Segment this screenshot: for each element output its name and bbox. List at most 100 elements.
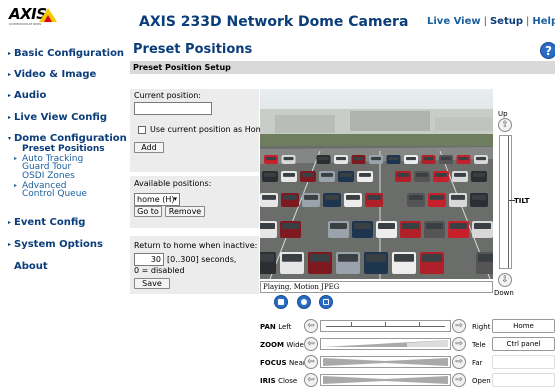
car-window bbox=[282, 254, 302, 262]
nav-sub-preset-positions[interactable]: Preset Positions bbox=[22, 145, 105, 154]
focus-near-button[interactable]: ⇦ bbox=[304, 355, 318, 369]
pan-low-label: Left bbox=[278, 323, 292, 331]
iris-close-button[interactable]: ⇦ bbox=[304, 373, 318, 387]
focus-far-button[interactable]: ⇨ bbox=[452, 355, 466, 369]
pan-label: PAN Left bbox=[260, 323, 291, 331]
ctrl-panel-button[interactable]: Ctrl panel bbox=[492, 337, 555, 351]
focus-high-label: Far bbox=[472, 359, 483, 367]
help-icon[interactable]: ? bbox=[540, 42, 555, 59]
car-window bbox=[260, 223, 275, 229]
arrow-right-icon: ⇨ bbox=[455, 375, 463, 385]
fullscreen-button[interactable] bbox=[319, 295, 333, 309]
zoom-low-label: Wide bbox=[286, 341, 304, 349]
focus-name: FOCUS bbox=[260, 359, 287, 367]
zoom-high-label: Tele bbox=[472, 341, 486, 349]
car-window bbox=[476, 157, 486, 161]
nav-dome-configuration[interactable]: ▾ Dome Configuration bbox=[8, 133, 127, 144]
car-window bbox=[304, 195, 318, 200]
car-window bbox=[416, 173, 428, 177]
nav-live-view-config[interactable]: ▸ Live View Config bbox=[8, 112, 107, 123]
arrow-left-icon: ⇦ bbox=[307, 339, 315, 349]
tilt-up-button[interactable]: ⇧ bbox=[498, 118, 512, 132]
return-home-panel: Return to home when inactive: 30 [0..300… bbox=[130, 236, 259, 294]
car-window bbox=[359, 173, 371, 177]
car-window bbox=[310, 254, 330, 262]
zoom-tele-button[interactable]: ⇨ bbox=[452, 337, 466, 351]
top-links: Live View | Setup | Help bbox=[427, 16, 555, 27]
zoom-name: ZOOM bbox=[260, 341, 284, 349]
focus-slider[interactable] bbox=[320, 356, 451, 368]
nav-sub-osdi-zones[interactable]: OSDI Zones bbox=[22, 172, 75, 181]
snapshot-button[interactable] bbox=[274, 295, 288, 309]
iris-open-button[interactable]: ⇨ bbox=[452, 373, 466, 387]
car-window bbox=[426, 223, 443, 229]
car-window bbox=[283, 173, 295, 177]
video-status-bar: Playing, Motion JPEG bbox=[260, 281, 493, 293]
nav-system-options[interactable]: ▸ System Options bbox=[8, 239, 103, 250]
empty-side-button[interactable] bbox=[492, 355, 555, 369]
car-window bbox=[473, 173, 485, 177]
car-window bbox=[394, 254, 414, 262]
link-separator: | bbox=[526, 16, 530, 27]
home-button[interactable]: Home bbox=[492, 319, 555, 333]
nav-audio[interactable]: ▸ Audio bbox=[8, 90, 46, 101]
tilt-track-line bbox=[508, 136, 509, 268]
car-window bbox=[388, 157, 399, 161]
add-button[interactable]: Add bbox=[134, 142, 164, 153]
home-view-button[interactable] bbox=[297, 295, 311, 309]
iris-wedge bbox=[323, 376, 448, 384]
help-link[interactable]: Help bbox=[532, 16, 555, 27]
iris-slider[interactable] bbox=[320, 374, 451, 386]
car-window bbox=[441, 157, 451, 161]
nav-event-config[interactable]: ▸ Event Config bbox=[8, 217, 85, 228]
arrow-up-icon: ⇧ bbox=[501, 120, 509, 130]
car-window bbox=[472, 195, 486, 200]
car-window bbox=[409, 195, 423, 200]
pan-left-button[interactable]: ⇦ bbox=[304, 319, 318, 333]
car-window bbox=[371, 157, 381, 161]
record-icon bbox=[301, 299, 307, 305]
car-window bbox=[283, 195, 297, 200]
setup-link[interactable]: Setup bbox=[490, 16, 523, 27]
nav-label: Event Config bbox=[14, 217, 86, 228]
arrow-left-icon: ⇦ bbox=[307, 321, 315, 331]
return-home-input[interactable]: 30 bbox=[134, 253, 164, 266]
zoom-wide-button[interactable]: ⇦ bbox=[304, 337, 318, 351]
nav-video-image[interactable]: ▸ Video & Image bbox=[8, 69, 96, 80]
focus-wedge bbox=[323, 358, 448, 366]
nav-about[interactable]: About bbox=[8, 261, 48, 272]
return-home-label: Return to home when inactive: bbox=[134, 241, 258, 250]
product-title: AXIS 233D Network Dome Camera bbox=[139, 14, 409, 30]
logo-subtext: COMMUNICATIONS bbox=[9, 22, 42, 26]
live-view-link[interactable]: Live View bbox=[427, 16, 481, 27]
tilt-down-button[interactable]: ⇩ bbox=[498, 273, 512, 287]
pan-slider[interactable] bbox=[320, 320, 451, 332]
nav-label: Video & Image bbox=[14, 69, 97, 80]
car-window bbox=[282, 223, 299, 229]
pan-right-button[interactable]: ⇨ bbox=[452, 319, 466, 333]
pan-name: PAN bbox=[260, 323, 276, 331]
remove-button[interactable]: Remove bbox=[165, 206, 205, 217]
chevron-right-icon: ▸ bbox=[14, 182, 18, 189]
focus-label: FOCUS Near bbox=[260, 359, 306, 367]
pan-tick bbox=[385, 322, 386, 326]
nav-basic-configuration[interactable]: ▸ Basic Configuration bbox=[8, 48, 124, 59]
stop-icon bbox=[278, 299, 284, 305]
positions-select[interactable]: home (H) ▾ bbox=[134, 193, 180, 206]
home-checkbox[interactable] bbox=[138, 126, 146, 134]
arrow-down-icon: ⇩ bbox=[501, 275, 509, 285]
empty-side-button[interactable] bbox=[492, 373, 555, 387]
goto-button[interactable]: Go to bbox=[134, 206, 162, 217]
save-button[interactable]: Save bbox=[134, 278, 170, 289]
current-position-input[interactable] bbox=[134, 102, 212, 115]
logo-triangle-red-icon bbox=[44, 15, 52, 22]
live-video[interactable] bbox=[260, 89, 493, 279]
tilt-slider[interactable] bbox=[499, 135, 515, 269]
zoom-slider[interactable] bbox=[320, 338, 451, 350]
nav-sub-control-queue[interactable]: Control Queue bbox=[22, 190, 87, 199]
car-window bbox=[353, 157, 364, 161]
axis-logo[interactable]: AXIS COMMUNICATIONS bbox=[9, 5, 64, 27]
car-window bbox=[406, 157, 416, 161]
available-positions-panel: Available positions: home (H) ▾ Go to Rem… bbox=[130, 176, 259, 228]
car-window bbox=[435, 173, 447, 177]
